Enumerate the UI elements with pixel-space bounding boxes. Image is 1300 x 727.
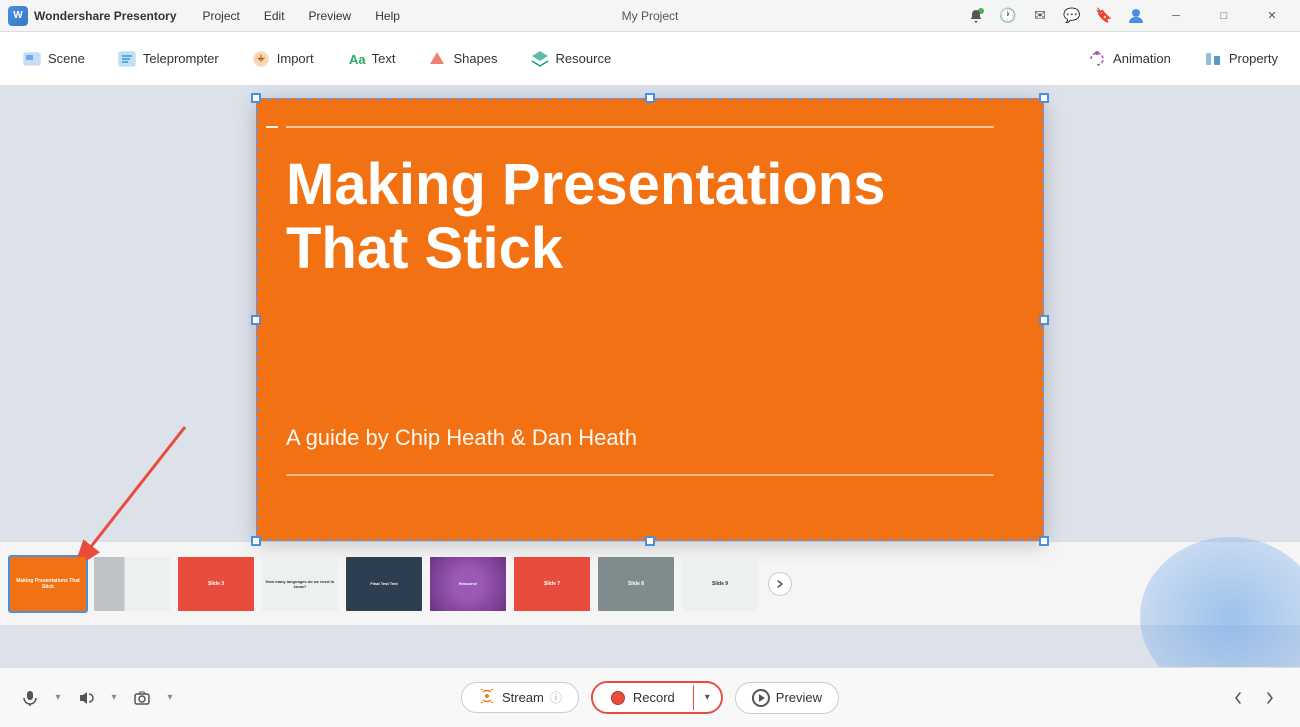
speaker-dropdown[interactable]: ▾ [104, 684, 124, 712]
thumbnail-strip: Making Presentations That Stick Slide 3 … [0, 541, 1300, 625]
menu-edit[interactable]: Edit [254, 5, 295, 27]
bookmark-icon[interactable]: 🔖 [1092, 4, 1116, 28]
text-label: Text [372, 51, 396, 66]
thumbnail-3[interactable]: Slide 3 [176, 555, 256, 613]
app-name: Wondershare Presentory [34, 9, 177, 23]
handle-bottom-left[interactable] [251, 536, 261, 546]
menu-project[interactable]: Project [193, 5, 250, 27]
toolbar-resource[interactable]: Resource [516, 43, 626, 75]
thumbnail-8[interactable]: Slide 8 [596, 555, 676, 613]
preview-button[interactable]: Preview [735, 682, 839, 714]
bottom-bar: ▾ ▾ ▾ Stream ⓘ Record ▾ [0, 667, 1300, 727]
window-controls: 🕐 ✉ 💬 🔖 ─ □ ✕ [964, 0, 1292, 32]
nav-next-button[interactable] [1256, 684, 1284, 712]
toolbar-import[interactable]: Import [237, 43, 328, 75]
camera-button[interactable] [128, 684, 156, 712]
thumbnail-5[interactable]: Final Test Text [344, 555, 424, 613]
menu-preview[interactable]: Preview [299, 5, 362, 27]
slide-top-line [286, 126, 994, 128]
speaker-button[interactable] [72, 684, 100, 712]
thumbnail-7[interactable]: Slide 7 [512, 555, 592, 613]
thumbnail-next-button[interactable] [768, 572, 792, 596]
scene-icon [22, 49, 42, 69]
record-button[interactable]: Record [593, 683, 693, 712]
resource-icon [530, 49, 550, 69]
record-dropdown-button[interactable]: ▾ [693, 685, 721, 710]
property-icon [1203, 49, 1223, 69]
import-icon [251, 49, 271, 69]
resource-label: Resource [556, 51, 612, 66]
thumbnail-6[interactable]: Resource [428, 555, 508, 613]
handle-top-right[interactable] [1039, 93, 1049, 103]
bottom-right-controls [1224, 684, 1284, 712]
slide-title: Making Presentations That Stick [286, 153, 1014, 281]
thumbnail-2[interactable] [92, 555, 172, 613]
stream-label: Stream [502, 690, 544, 705]
handle-middle-right[interactable] [1039, 315, 1049, 325]
title-bar: W Wondershare Presentory Project Edit Pr… [0, 0, 1300, 32]
main-canvas-area: Making Presentations That Stick A guide … [0, 86, 1300, 667]
toolbar-scene[interactable]: Scene [8, 43, 99, 75]
record-button-group: Record ▾ [591, 681, 723, 714]
animation-label: Animation [1113, 51, 1171, 66]
record-dot-icon [611, 691, 625, 705]
project-title: My Project [622, 9, 679, 23]
menu-help[interactable]: Help [365, 5, 410, 27]
email-icon[interactable]: ✉ [1028, 4, 1052, 28]
handle-top-left[interactable] [251, 93, 261, 103]
shapes-icon [427, 49, 447, 69]
property-label: Property [1229, 51, 1278, 66]
scene-label: Scene [48, 51, 85, 66]
stream-button[interactable]: Stream ⓘ [461, 682, 579, 713]
slide-canvas[interactable]: Making Presentations That Stick A guide … [256, 98, 1044, 541]
clock-icon[interactable]: 🕐 [996, 4, 1020, 28]
menu-bar: Project Edit Preview Help [193, 5, 410, 27]
close-button[interactable]: ✕ [1252, 0, 1292, 32]
microphone-dropdown[interactable]: ▾ [48, 684, 68, 712]
handle-bottom-right[interactable] [1039, 536, 1049, 546]
toolbar-animation[interactable]: Animation [1073, 43, 1185, 75]
bottom-center-controls: Stream ⓘ Record ▾ Preview [461, 681, 839, 714]
preview-play-icon [752, 689, 770, 707]
toolbar-text[interactable]: Aa Text [332, 43, 410, 75]
camera-dropdown[interactable]: ▾ [160, 684, 180, 712]
handle-bottom-center[interactable] [645, 536, 655, 546]
user-icon[interactable] [1124, 4, 1148, 28]
import-label: Import [277, 51, 314, 66]
toolbar-teleprompter[interactable]: Teleprompter [103, 43, 233, 75]
stream-info-icon: ⓘ [550, 689, 562, 706]
preview-label: Preview [776, 690, 822, 705]
bottom-left-controls: ▾ ▾ ▾ [16, 684, 180, 712]
toolbar-property[interactable]: Property [1189, 43, 1292, 75]
toolbar: Scene Teleprompter Import Aa Text Shapes… [0, 32, 1300, 86]
app-icon: W [8, 6, 28, 26]
thumbnail-4[interactable]: How many languages do we need to know? [260, 555, 340, 613]
text-icon: Aa [346, 49, 366, 69]
svg-text:Aa: Aa [349, 52, 366, 67]
maximize-button[interactable]: □ [1204, 0, 1244, 32]
slide-accent-line-short [266, 126, 278, 128]
microphone-button[interactable] [16, 684, 44, 712]
thumbnail-1[interactable]: Making Presentations That Stick [8, 555, 88, 613]
teleprompter-icon [117, 49, 137, 69]
handle-middle-left[interactable] [251, 315, 261, 325]
animation-icon [1087, 49, 1107, 69]
app-logo: W Wondershare Presentory [8, 6, 177, 26]
minimize-button[interactable]: ─ [1156, 0, 1196, 32]
teleprompter-label: Teleprompter [143, 51, 219, 66]
record-label: Record [633, 690, 675, 705]
slide-subtitle: A guide by Chip Heath & Dan Heath [286, 425, 637, 451]
shapes-label: Shapes [453, 51, 497, 66]
nav-prev-button[interactable] [1224, 684, 1252, 712]
notification-icon[interactable] [964, 4, 988, 28]
handle-top-center[interactable] [645, 93, 655, 103]
slide-bottom-line [286, 474, 994, 476]
stream-icon [478, 689, 496, 706]
chat-icon[interactable]: 💬 [1060, 4, 1084, 28]
toolbar-shapes[interactable]: Shapes [413, 43, 511, 75]
thumbnail-9[interactable]: Slide 9 [680, 555, 760, 613]
